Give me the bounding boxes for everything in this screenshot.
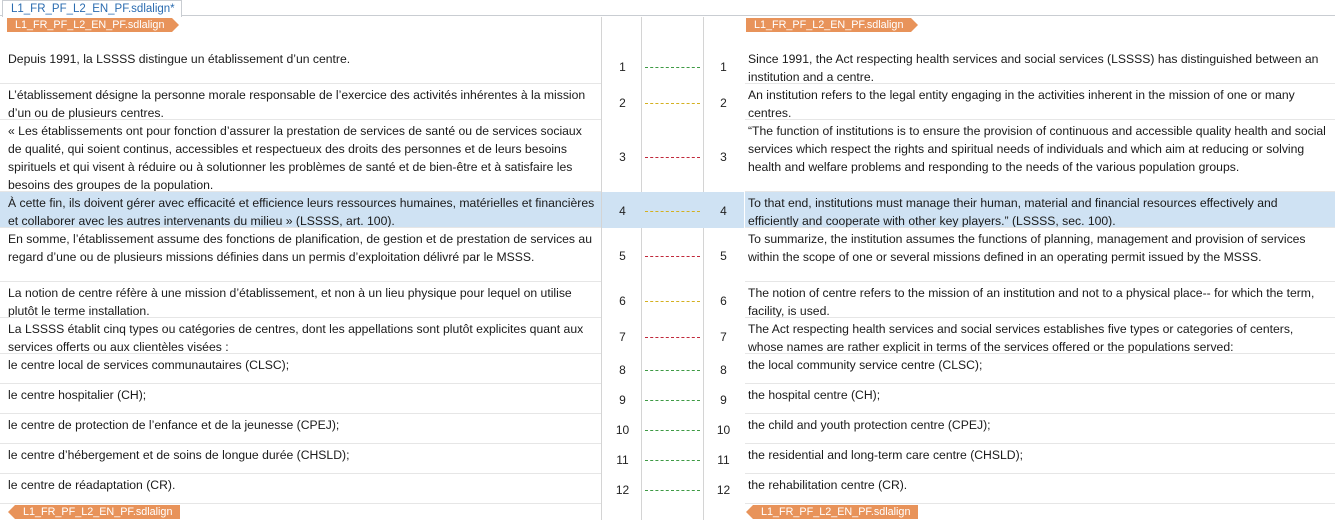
source-segment-number: 12 <box>615 483 630 497</box>
alignment-connector-green[interactable] <box>645 460 700 461</box>
alignment-connector-red[interactable] <box>645 337 700 338</box>
alignment-connector-green[interactable] <box>645 490 700 491</box>
target-segment-number: 11 <box>717 453 730 467</box>
source-segment[interactable]: L’établissement désigne la personne mora… <box>0 84 601 120</box>
target-segment[interactable]: An institution refers to the legal entit… <box>745 84 1335 120</box>
alignment-connector-red[interactable] <box>645 256 700 257</box>
target-pane: L1_FR_PF_L2_EN_PF.sdlalign L1_FR_PF_L2_E… <box>703 17 1335 520</box>
target-segment[interactable]: To that end, institutions must manage th… <box>745 192 1335 228</box>
target-segment-number: 5 <box>720 249 727 263</box>
source-segment[interactable]: le centre d’hébergement et de soins de l… <box>0 444 601 474</box>
alignment-connector-green[interactable] <box>645 430 700 431</box>
target-segment-number: 10 <box>716 423 731 437</box>
alignment-connector-red[interactable] <box>645 157 700 158</box>
target-segment-number: 9 <box>720 393 727 407</box>
source-segment[interactable]: À cette fin, ils doivent gérer avec effi… <box>0 192 601 228</box>
source-segment-number: 11 <box>616 453 629 467</box>
target-segment-number: 8 <box>720 363 727 377</box>
target-segment[interactable]: the child and youth protection centre (C… <box>745 414 1335 444</box>
alignment-connector-yellow[interactable] <box>645 211 700 212</box>
target-segment[interactable]: the hospital centre (CH); <box>745 384 1335 414</box>
source-segment[interactable]: La LSSSS établit cinq types ou catégorie… <box>0 318 601 354</box>
target-segment-number: 12 <box>716 483 731 497</box>
target-segment[interactable]: the residential and long-term care centr… <box>745 444 1335 474</box>
target-segment[interactable]: Since 1991, the Act respecting health se… <box>745 48 1335 84</box>
alignment-connector-green[interactable] <box>645 67 700 68</box>
alignment-connector-yellow[interactable] <box>645 301 700 302</box>
source-segment-number: 5 <box>619 249 626 263</box>
source-segment-number: 7 <box>619 330 626 344</box>
target-segment-number: 2 <box>720 96 727 110</box>
target-segment[interactable]: The notion of centre refers to the missi… <box>745 282 1335 318</box>
target-segment-number: 6 <box>720 294 727 308</box>
alignment-connectors <box>642 17 703 520</box>
target-segment[interactable]: the rehabilitation centre (CR). <box>745 474 1335 504</box>
target-segment[interactable]: the local community service centre (CLSC… <box>745 354 1335 384</box>
source-segment-numbers: 1 2 3 4 5 6 7 8 9 10 11 12 <box>601 17 643 520</box>
document-tab[interactable]: L1_FR_PF_L2_EN_PF.sdlalign* <box>2 0 182 17</box>
source-segment[interactable]: Depuis 1991, la LSSSS distingue un établ… <box>0 48 601 84</box>
target-segment[interactable]: “The function of institutions is to ensu… <box>745 120 1335 192</box>
target-segment-numbers: 1 2 3 4 5 6 7 8 9 10 11 12 <box>703 17 744 520</box>
source-pane: L1_FR_PF_L2_EN_PF.sdlalign L1_FR_PF_L2_E… <box>0 17 601 520</box>
connector-row <box>642 192 703 228</box>
source-file-start-tag: L1_FR_PF_L2_EN_PF.sdlalign <box>7 18 180 32</box>
source-segment[interactable]: En somme, l’établissement assume des fon… <box>0 228 601 282</box>
target-segment-number: 4 <box>720 204 727 218</box>
source-segment-number: 9 <box>619 393 626 407</box>
alignment-connector-green[interactable] <box>645 370 700 371</box>
target-segment-number: 7 <box>720 330 727 344</box>
alignment-connector-yellow[interactable] <box>645 103 700 104</box>
source-segment-number: 1 <box>619 60 626 74</box>
target-file-start-tag: L1_FR_PF_L2_EN_PF.sdlalign <box>746 18 919 32</box>
source-segment-number: 10 <box>615 423 630 437</box>
source-segment[interactable]: « Les établissements ont pour fonction d… <box>0 120 601 192</box>
target-segment[interactable]: The Act respecting health services and s… <box>745 318 1335 354</box>
target-file-end-tag: L1_FR_PF_L2_EN_PF.sdlalign <box>745 505 919 519</box>
alignment-connector-green[interactable] <box>645 400 700 401</box>
source-segment[interactable]: le centre local de services communautair… <box>0 354 601 384</box>
target-segment[interactable]: To summarize, the institution assumes th… <box>745 228 1335 282</box>
target-segment-number: 1 <box>720 60 727 74</box>
source-segment[interactable]: La notion de centre réfère à une mission… <box>0 282 601 318</box>
target-segment-number: 3 <box>720 150 727 164</box>
source-segment[interactable]: le centre hospitalier (CH); <box>0 384 601 414</box>
source-segment-number: 3 <box>619 150 626 164</box>
source-segment-number: 2 <box>619 96 626 110</box>
source-segment-number: 8 <box>619 363 626 377</box>
source-segment[interactable]: le centre de réadaptation (CR). <box>0 474 601 504</box>
source-segment-number: 6 <box>619 294 626 308</box>
source-segment-number: 4 <box>619 204 626 218</box>
document-tab-strip: L1_FR_PF_L2_EN_PF.sdlalign* <box>0 0 1335 17</box>
source-segment[interactable]: le centre de protection de l’enfance et … <box>0 414 601 444</box>
source-file-end-tag: L1_FR_PF_L2_EN_PF.sdlalign <box>7 505 181 519</box>
